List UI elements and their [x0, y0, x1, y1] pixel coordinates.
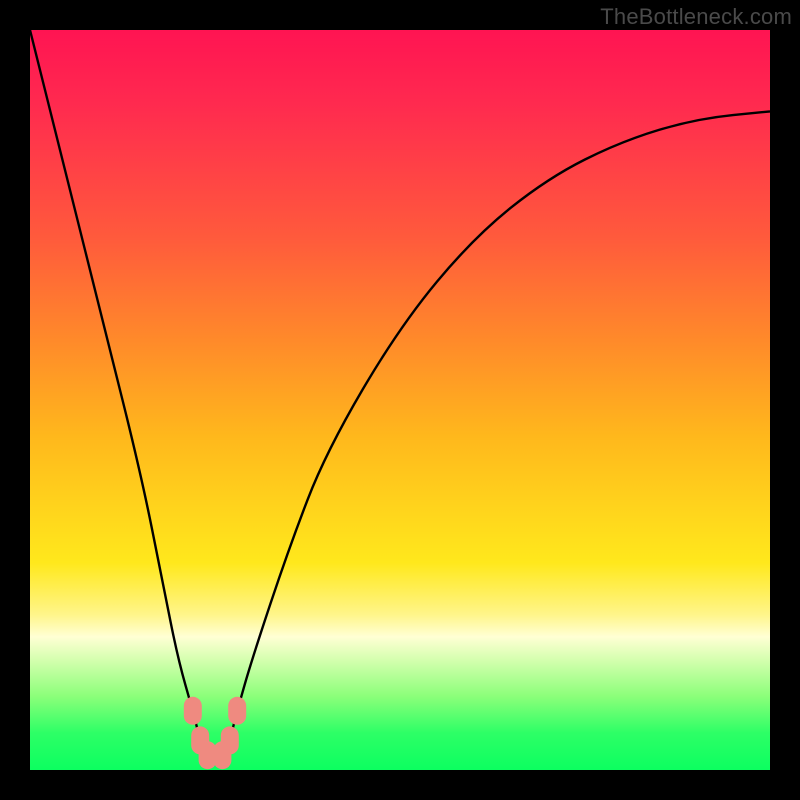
chart-frame: TheBottleneck.com	[0, 0, 800, 800]
marker-trough-right-lower	[221, 726, 239, 754]
marker-trough-right-upper	[228, 697, 246, 725]
plot-area	[30, 30, 770, 770]
marker-trough-left-upper	[184, 697, 202, 725]
trough-markers	[184, 697, 246, 769]
watermark-text: TheBottleneck.com	[600, 4, 792, 30]
bottleneck-curve	[30, 30, 770, 761]
chart-svg	[30, 30, 770, 770]
